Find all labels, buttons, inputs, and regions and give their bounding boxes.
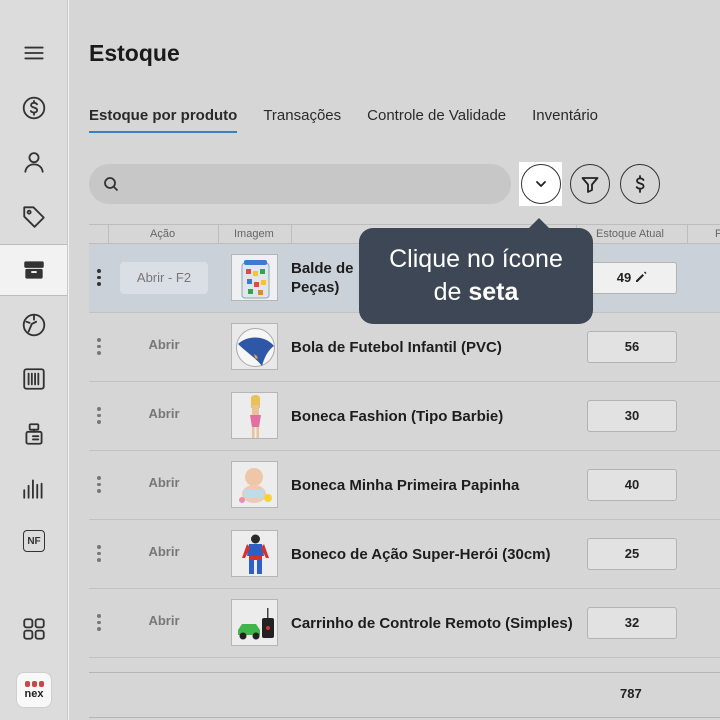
product-image bbox=[231, 530, 278, 577]
open-button[interactable]: Abrir bbox=[120, 544, 208, 559]
sidebar: NF nex bbox=[0, 0, 68, 720]
product-image bbox=[231, 323, 278, 370]
product-name[interactable]: Boneco de Ação Super-Herói (30cm) bbox=[291, 546, 551, 563]
table-row[interactable]: Abrir Boneco de Ação Super-Herói (30cm) … bbox=[89, 520, 720, 589]
row-menu-icon[interactable] bbox=[97, 614, 101, 631]
dollar-circle-icon[interactable] bbox=[0, 82, 68, 134]
product-name[interactable]: Bola de Futebol Infantil (PVC) bbox=[291, 339, 502, 356]
stock-field[interactable]: 32 bbox=[587, 607, 677, 639]
tooltip-line-2: de seta bbox=[433, 278, 519, 306]
filter-button[interactable] bbox=[570, 164, 610, 204]
product-image bbox=[231, 461, 278, 508]
page-title: Estoque bbox=[89, 40, 180, 66]
open-button[interactable]: Abrir - F2 bbox=[120, 262, 208, 294]
header-stock: Estoque Atual bbox=[596, 228, 664, 240]
stock-field[interactable]: 40 bbox=[587, 469, 677, 501]
table-row[interactable]: Abrir Boneca Minha Primeira Papinha 40 bbox=[89, 451, 720, 520]
row-menu-icon[interactable] bbox=[97, 338, 101, 355]
search-icon bbox=[104, 177, 119, 192]
tooltip-line-1: Clique no ícone bbox=[389, 245, 563, 273]
row-menu-icon[interactable] bbox=[97, 407, 101, 424]
product-name[interactable]: Balde de Peças) bbox=[291, 259, 354, 297]
stock-field[interactable]: 56 bbox=[587, 331, 677, 363]
barcode-icon[interactable] bbox=[0, 353, 68, 405]
dropdown-button[interactable] bbox=[520, 164, 561, 204]
box-icon[interactable] bbox=[0, 244, 67, 296]
stock-field[interactable]: 49 bbox=[587, 262, 677, 294]
product-image bbox=[231, 599, 278, 646]
invoice-icon[interactable]: NF bbox=[0, 515, 68, 567]
menu-icon[interactable] bbox=[0, 27, 68, 79]
bar-chart-icon[interactable] bbox=[0, 462, 68, 514]
tutorial-tooltip: Clique no ícone de seta bbox=[359, 218, 593, 324]
register-icon[interactable] bbox=[0, 408, 68, 460]
gauge-icon[interactable] bbox=[0, 299, 68, 351]
stock-total: 787 bbox=[620, 686, 642, 701]
chevron-down-icon bbox=[535, 181, 546, 187]
tab-estoque-por-produto[interactable]: Estoque por produto bbox=[89, 107, 238, 133]
stock-field[interactable]: 30 bbox=[587, 400, 677, 432]
tab-bar: Estoque por produto Transações Controle … bbox=[89, 107, 624, 133]
tag-icon[interactable] bbox=[0, 190, 68, 242]
brand-logo[interactable]: nex bbox=[16, 672, 52, 708]
dropdown-highlight bbox=[519, 162, 562, 206]
product-image bbox=[231, 254, 278, 301]
product-name[interactable]: Boneca Minha Primeira Papinha bbox=[291, 477, 519, 494]
price-button[interactable] bbox=[620, 164, 660, 204]
dollar-icon bbox=[635, 175, 645, 193]
stock-field[interactable]: 25 bbox=[587, 538, 677, 570]
apps-grid-icon[interactable] bbox=[0, 603, 68, 655]
row-menu-icon[interactable] bbox=[97, 269, 101, 286]
open-button[interactable]: Abrir bbox=[120, 475, 208, 490]
row-menu-icon[interactable] bbox=[97, 476, 101, 493]
main-content: Estoque Estoque por produto Transações C… bbox=[69, 0, 720, 720]
product-name[interactable]: Boneca Fashion (Tipo Barbie) bbox=[291, 408, 503, 425]
header-action: Ação bbox=[150, 228, 176, 240]
filter-icon bbox=[581, 177, 599, 193]
search-input[interactable] bbox=[89, 164, 511, 204]
table-footer: 787 bbox=[89, 672, 720, 718]
nf-label: NF bbox=[23, 530, 45, 552]
table-row[interactable]: Abrir Boneca Fashion (Tipo Barbie) 30 bbox=[89, 382, 720, 451]
pencil-icon bbox=[636, 271, 647, 282]
tooltip-arrow bbox=[529, 218, 549, 228]
product-name[interactable]: Carrinho de Controle Remoto (Simples) bbox=[291, 615, 573, 632]
tab-inventario[interactable]: Inventário bbox=[532, 107, 598, 133]
user-icon[interactable] bbox=[0, 136, 68, 188]
open-button[interactable]: Abrir bbox=[120, 406, 208, 421]
header-next: P bbox=[715, 228, 720, 240]
row-menu-icon[interactable] bbox=[97, 545, 101, 562]
open-button[interactable]: Abrir bbox=[120, 613, 208, 628]
tab-controle-validade[interactable]: Controle de Validade bbox=[367, 107, 506, 133]
table-row[interactable]: Abrir Carrinho de Controle Remoto (Simpl… bbox=[89, 589, 720, 658]
header-image: Imagem bbox=[234, 228, 274, 240]
open-button[interactable]: Abrir bbox=[120, 337, 208, 352]
tab-transacoes[interactable]: Transações bbox=[263, 107, 341, 133]
product-image bbox=[231, 392, 278, 439]
